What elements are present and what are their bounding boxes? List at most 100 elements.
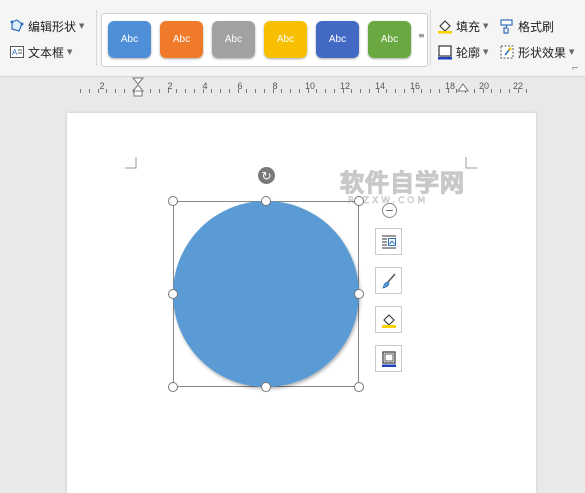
left-indent-marker[interactable] <box>131 77 145 97</box>
ruler-tick <box>228 89 230 93</box>
ruler-tick <box>298 89 300 93</box>
style-preset-3[interactable]: Abc <box>212 21 255 58</box>
style-preset-1[interactable]: Abc <box>108 21 151 58</box>
ruler-tick <box>176 89 178 93</box>
ruler-tick <box>421 89 423 93</box>
watermark-main: 软件自学网 <box>340 169 465 197</box>
chevron-down-icon: ▼ <box>67 48 73 56</box>
style-preset-4[interactable]: Abc <box>264 21 307 58</box>
ruler-tick <box>97 89 99 93</box>
ruler-tick <box>316 89 318 93</box>
collapse-toolbar-icon[interactable]: − <box>382 203 397 218</box>
resize-handle-top-left[interactable] <box>168 196 178 206</box>
fill-button[interactable]: 填充 ▼ <box>437 16 488 36</box>
paint-bucket-icon <box>437 18 453 34</box>
resize-handle-right[interactable] <box>354 289 364 299</box>
outline-icon <box>437 44 453 60</box>
resize-handle-top-right[interactable] <box>354 196 364 206</box>
ruler-number: 6 <box>237 81 243 91</box>
ruler-tick <box>325 89 326 93</box>
ruler-tick <box>263 89 265 93</box>
rotate-handle-icon[interactable]: ↻ <box>258 167 275 184</box>
ruler-number: 2 <box>167 81 173 91</box>
format-painter-button[interactable]: 格式刷 <box>499 16 554 36</box>
ruler-number: 16 <box>409 81 421 91</box>
style-preset-5[interactable]: Abc <box>316 21 359 58</box>
horizontal-ruler: 2 2 4 6 8 10 12 14 16 18 20 22 <box>0 77 585 97</box>
outline-label: 轮廓 <box>456 45 481 60</box>
ruler-tick <box>290 89 291 93</box>
resize-handle-bottom[interactable] <box>261 382 271 392</box>
ruler-number: 20 <box>478 81 490 91</box>
resize-handle-bottom-left[interactable] <box>168 382 178 392</box>
ruler-tick <box>150 89 151 93</box>
layout-options-button[interactable] <box>375 228 402 255</box>
shape-effects-button[interactable]: 形状效果 ▼ <box>499 42 574 62</box>
text-box-icon: A <box>9 44 25 60</box>
ruler-tick <box>508 89 510 93</box>
ruler-tick <box>220 89 221 93</box>
ruler-tick <box>333 89 335 93</box>
edit-shape-button[interactable]: 编辑形状 ▼ <box>9 16 84 36</box>
ruler-number: 18 <box>444 81 456 91</box>
resize-handle-left[interactable] <box>168 289 178 299</box>
resize-handle-bottom-right[interactable] <box>354 382 364 392</box>
margin-corner-top-left <box>125 157 137 169</box>
right-indent-marker[interactable] <box>456 77 470 97</box>
text-box-button[interactable]: A 文本框 ▼ <box>9 42 72 62</box>
ruler-tick <box>115 89 116 93</box>
collapse-ribbon-icon[interactable]: ⌐ <box>571 64 579 74</box>
ruler-number: 14 <box>374 81 386 91</box>
chevron-down-icon: ▼ <box>483 22 489 30</box>
ruler-number: 2 <box>99 81 105 91</box>
ruler-tick <box>526 89 528 93</box>
quick-style-button[interactable] <box>375 267 402 294</box>
resize-handle-top[interactable] <box>261 196 271 206</box>
text-box-label: 文本框 <box>28 45 65 60</box>
circle-shape[interactable] <box>173 201 359 387</box>
svg-text:A: A <box>12 48 18 57</box>
shape-effects-icon <box>499 44 515 60</box>
shape-style-gallery: Abc Abc Abc Abc Abc Abc <box>101 13 428 67</box>
ruler-tick <box>255 89 256 93</box>
quick-outline-button[interactable] <box>375 345 402 372</box>
edit-shape-icon <box>9 18 25 34</box>
ribbon-divider <box>430 10 431 66</box>
ruler-number: 4 <box>202 81 208 91</box>
ruler-tick <box>473 89 475 93</box>
ruler-tick <box>430 89 431 93</box>
format-painter-icon <box>499 18 515 34</box>
edit-shape-label: 编辑形状 <box>28 19 77 34</box>
ruler-number: 10 <box>304 81 316 91</box>
ribbon-divider <box>96 10 97 66</box>
chevron-down-icon: ▼ <box>79 22 85 30</box>
chevron-down-icon: ▼ <box>569 48 575 56</box>
ruler-tick <box>106 89 108 93</box>
outline-button[interactable]: 轮廓 ▼ <box>437 42 488 62</box>
ruler-tick <box>351 89 353 93</box>
text-wrap-icon <box>381 235 396 248</box>
outline-icon <box>381 350 396 367</box>
ruler-tick <box>123 89 125 93</box>
ruler-tick <box>500 89 501 93</box>
ruler-tick <box>88 89 90 93</box>
quick-fill-button[interactable] <box>375 306 402 333</box>
style-preset-2[interactable]: Abc <box>160 21 203 58</box>
chevron-down-icon: ▼ <box>483 48 489 56</box>
paint-bucket-icon <box>381 313 396 328</box>
ruler-tick <box>158 89 160 93</box>
ruler-tick <box>211 89 213 93</box>
style-preset-6[interactable]: Abc <box>368 21 411 58</box>
ruler-tick <box>403 89 405 93</box>
ruler-tick <box>386 89 388 93</box>
ribbon-toolbar: 编辑形状 ▼ A 文本框 ▼ Abc Abc Abc Abc Abc Abc ≡… <box>0 0 585 77</box>
ruler-tick <box>80 89 81 93</box>
fill-label: 填充 <box>456 19 481 34</box>
ruler-tick <box>395 89 396 93</box>
gallery-more-icon[interactable]: ≡ <box>418 31 425 40</box>
ruler-tick <box>193 89 195 93</box>
ruler-tick <box>281 89 283 93</box>
ruler-tick <box>360 89 361 93</box>
format-painter-label: 格式刷 <box>518 19 555 34</box>
ruler-number: 12 <box>339 81 351 91</box>
